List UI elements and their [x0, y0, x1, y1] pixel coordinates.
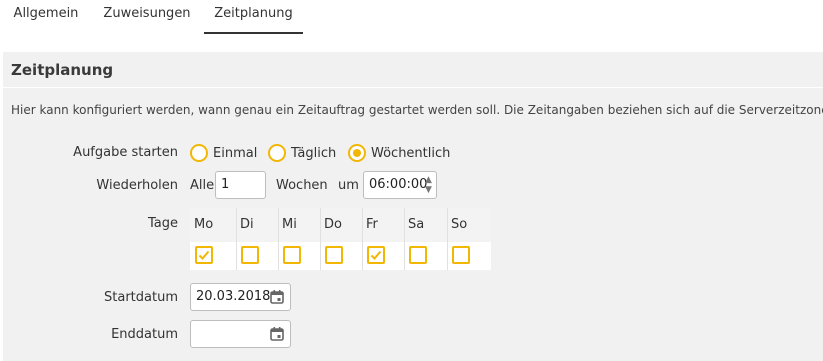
day-header-do: Do — [324, 217, 342, 232]
tab-zuweisungen[interactable]: Zuweisungen — [93, 0, 201, 34]
radio-taeglich[interactable]: Täglich — [268, 142, 336, 164]
day-header-sa: Sa — [408, 217, 425, 232]
time-input[interactable]: 06:00:00 ▲ ▼ — [363, 171, 437, 199]
radio-circle-selected — [348, 144, 366, 162]
repeat-unit: Wochen — [276, 178, 328, 193]
tab-zeitplanung[interactable]: Zeitplanung — [204, 0, 303, 34]
start-label: Aufgabe starten — [73, 145, 178, 160]
radio-circle — [268, 144, 286, 162]
calendar-icon[interactable] — [270, 327, 284, 341]
startdate-label: Startdatum — [104, 290, 178, 305]
radio-woechentlich[interactable]: Wöchentlich — [348, 142, 450, 164]
checkbox-di[interactable] — [241, 246, 259, 264]
checkbox-mi[interactable] — [283, 246, 301, 264]
time-value: 06:00:00 — [369, 177, 428, 192]
startdate-input[interactable]: 20.03.2018 — [190, 283, 291, 311]
schedule-panel: Zeitplanung Hier kann konfiguriert werde… — [3, 52, 823, 361]
day-header-mo: Mo — [194, 217, 214, 232]
repeat-interval-input[interactable]: 1 — [215, 171, 266, 199]
spinner-arrows-icon[interactable]: ▲ ▼ — [424, 175, 433, 195]
radio-circle — [190, 144, 208, 162]
radio-label: Wöchentlich — [371, 145, 451, 161]
enddate-label: Enddatum — [111, 327, 178, 342]
tab-allgemein[interactable]: Allgemein — [3, 0, 89, 34]
check-icon — [370, 250, 382, 260]
check-icon — [198, 250, 210, 260]
radio-label: Einmal — [213, 145, 258, 161]
panel-title: Zeitplanung — [11, 61, 114, 79]
startdate-value: 20.03.2018 — [196, 289, 271, 304]
checkbox-do[interactable] — [325, 246, 343, 264]
enddate-input[interactable] — [190, 320, 291, 348]
days-label: Tage — [147, 216, 178, 231]
spin-up-icon[interactable]: ▲ — [424, 175, 433, 185]
checkbox-sa[interactable] — [409, 246, 427, 264]
checkbox-so[interactable] — [452, 246, 470, 264]
radio-label: Täglich — [291, 145, 337, 161]
day-header-mi: Mi — [282, 217, 297, 232]
day-header-di: Di — [240, 217, 254, 232]
day-header-so: So — [451, 217, 468, 232]
checkbox-fr[interactable] — [367, 246, 385, 264]
calendar-icon[interactable] — [270, 290, 284, 304]
checkbox-mo[interactable] — [195, 246, 213, 264]
tab-bar: Allgemein Zuweisungen Zeitplanung — [0, 0, 823, 34]
panel-description: Hier kann konfiguriert werden, wann gena… — [11, 103, 823, 117]
repeat-at-label: um — [338, 178, 359, 193]
weekday-grid: Mo Di Mi Do Fr Sa So — [190, 208, 491, 270]
radio-einmal[interactable]: Einmal — [190, 142, 257, 164]
day-header-fr: Fr — [366, 217, 378, 232]
panel-divider — [3, 87, 823, 88]
spin-down-icon[interactable]: ▼ — [424, 185, 433, 195]
repeat-label: Wiederholen — [96, 178, 178, 193]
repeat-prefix: Alle — [190, 178, 215, 193]
